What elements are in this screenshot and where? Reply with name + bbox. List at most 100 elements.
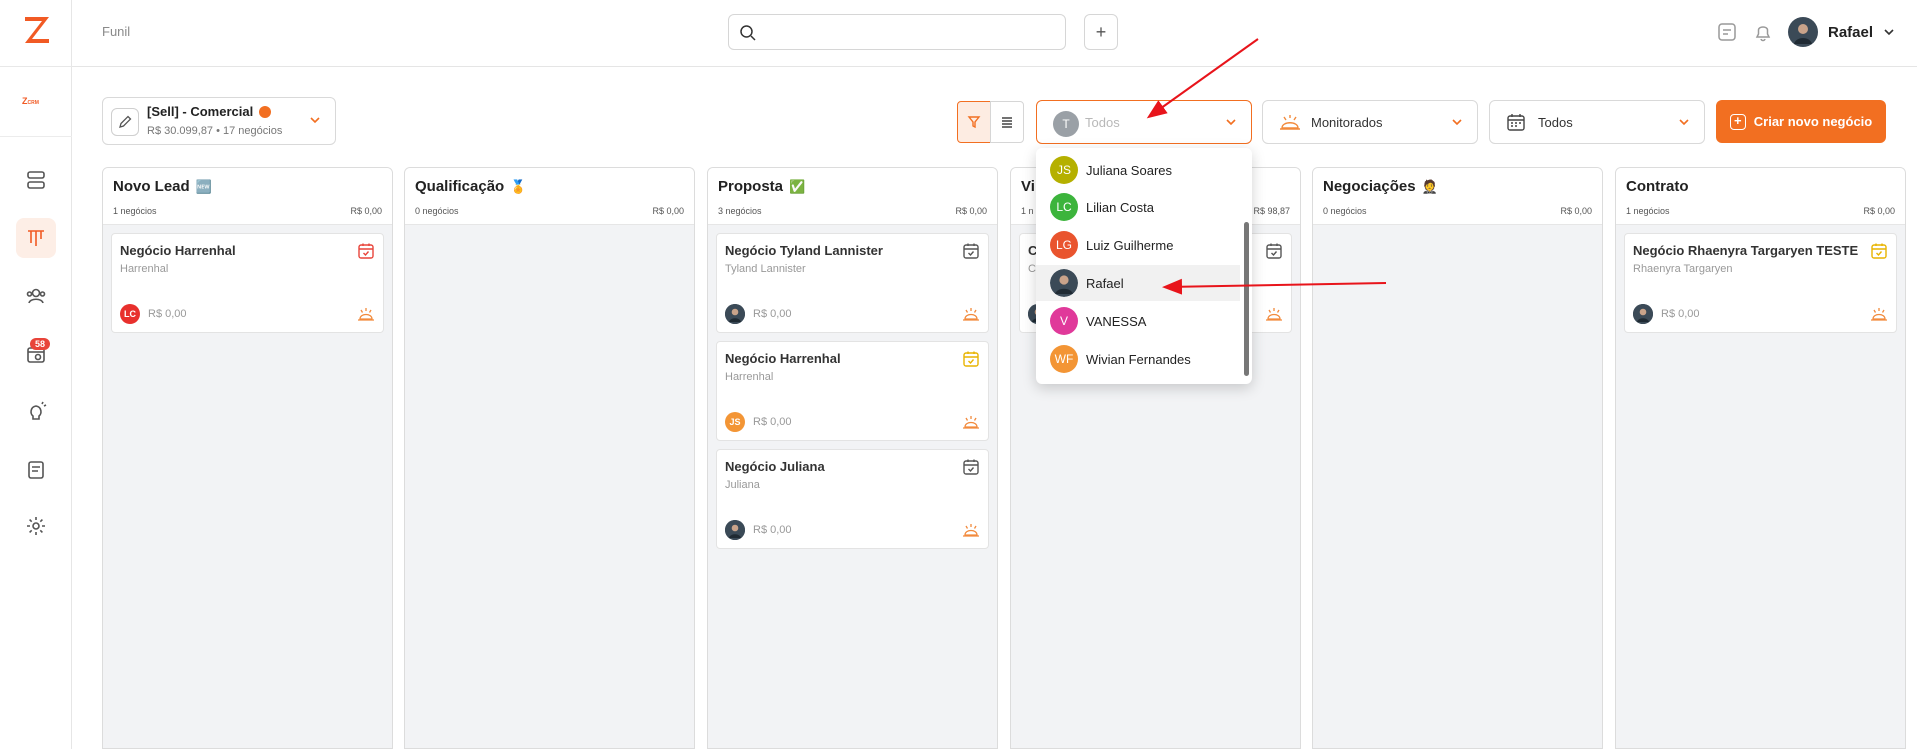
bell-icon[interactable] [1752, 21, 1774, 43]
column-deal-count: 0 negócios [415, 206, 459, 216]
owner-option-avatar: V [1050, 307, 1078, 335]
kanban-column: Contrato 1 negócios R$ 0,00 Negócio Rhae… [1615, 167, 1906, 749]
calendar-status-icon[interactable] [962, 242, 980, 260]
quick-add-button[interactable]: + [1084, 14, 1118, 50]
pipeline-selector[interactable]: [Sell] - Comercial R$ 30.099,87 • 17 neg… [102, 97, 336, 145]
kanban-column: Negociações 🤵 0 negócios R$ 0,00 [1312, 167, 1603, 749]
chevron-down-icon [1679, 119, 1689, 126]
deal-value: R$ 0,00 [1661, 308, 1700, 320]
avatar [1788, 17, 1818, 47]
owner-avatar: LC [120, 304, 140, 324]
owner-option[interactable]: Rafael [1036, 265, 1240, 301]
deal-card[interactable]: Negócio Juliana Juliana R$ 0,00 [716, 449, 989, 549]
owner-dropdown-menu: JS Juliana Soares LC Lilian Costa LG Luiz Gui… [1036, 148, 1252, 384]
calendar-status-icon[interactable] [962, 458, 980, 476]
owner-option-name: Rafael [1086, 275, 1124, 291]
deal-value: R$ 0,00 [753, 524, 792, 536]
avatar [1050, 269, 1078, 297]
owner-option-name: VANESSA [1086, 313, 1147, 329]
owner-option-avatar: LG [1050, 231, 1078, 259]
heat-icon [1266, 308, 1282, 321]
heat-icon [358, 308, 374, 321]
plus-square-icon: + [1729, 113, 1746, 130]
owner-option-avatar: LC [1050, 193, 1078, 221]
column-total-value: R$ 0,00 [652, 206, 684, 216]
chevron-down-icon [1884, 29, 1894, 36]
deal-value: R$ 0,00 [753, 416, 792, 428]
calendar-status-icon[interactable] [357, 242, 375, 260]
sidebar-item-funnel[interactable] [16, 218, 56, 258]
heat-icon [1871, 308, 1887, 321]
chevron-down-icon [1452, 119, 1462, 126]
sidebar-divider-2 [0, 136, 72, 137]
owner-option[interactable]: WF Wivian Fernandes [1036, 341, 1240, 377]
edit-pipeline-button[interactable] [111, 108, 139, 136]
topbar: Funil + Rafael [72, 0, 1917, 67]
zapp-logo[interactable] [22, 14, 52, 46]
list-view-button[interactable] [990, 101, 1024, 143]
heat-icon [963, 416, 979, 429]
deal-value: R$ 0,00 [148, 308, 187, 320]
user-name: Rafael [1828, 23, 1874, 41]
deal-title: Negócio Harrenhal [725, 351, 841, 366]
create-deal-label: Criar novo negócio [1753, 114, 1873, 129]
user-menu[interactable]: Rafael [1788, 17, 1895, 47]
notes-icon[interactable] [1716, 21, 1738, 43]
deal-card[interactable]: Negócio Harrenhal Harrenhal LC R$ 0,00 [111, 233, 384, 333]
search-input[interactable] [728, 14, 1066, 50]
sidebar-item-database[interactable] [16, 160, 56, 200]
owner-option[interactable]: V VANESSA [1036, 303, 1240, 339]
calendar-status-icon[interactable] [962, 350, 980, 368]
calendar-status-icon[interactable] [1265, 242, 1283, 260]
deal-title: Negócio Juliana [725, 459, 825, 474]
column-deal-count: 1 negócios [1626, 206, 1670, 216]
notification-badge: 58 [30, 338, 51, 350]
deal-card[interactable]: Negócio Tyland Lannister Tyland Lanniste… [716, 233, 989, 333]
column-header: Negociações 🤵 0 negócios R$ 0,00 [1313, 168, 1602, 225]
owner-option[interactable]: LC Lilian Costa [1036, 189, 1240, 225]
monitor-filter-select[interactable]: Monitorados [1262, 100, 1478, 144]
sidebar: ZCRM 58 [0, 0, 72, 749]
deal-company: C [1028, 263, 1036, 275]
gear-icon [27, 517, 45, 535]
column-header: Novo Lead 🆕 1 negócios R$ 0,00 [103, 168, 392, 225]
search-icon [740, 25, 756, 41]
sidebar-item-reports[interactable] [16, 450, 56, 490]
deal-company: Harrenhal [725, 371, 774, 383]
owner-avatar: T [1053, 111, 1079, 137]
deal-card[interactable]: Negócio Rhaenyra Targaryen TESTE Rhaenyr… [1624, 233, 1897, 333]
create-deal-button[interactable]: + Criar novo negócio [1716, 100, 1886, 143]
status-dot [259, 106, 272, 118]
column-title: Negociações [1323, 178, 1416, 195]
pencil-icon [119, 115, 132, 128]
owner-avatar: JS [725, 412, 745, 432]
owner-filter-placeholder: Todos [1085, 115, 1120, 130]
sidebar-item-insights[interactable] [16, 392, 56, 432]
owner-filter-select[interactable]: T Todos [1036, 100, 1252, 144]
kanban-icon [28, 230, 44, 246]
users-icon [26, 288, 46, 304]
column-header: Proposta ✅ 3 negócios R$ 0,00 [708, 168, 997, 225]
date-filter-select[interactable]: Todos [1489, 100, 1705, 144]
pipeline-name: [Sell] - Comercial [147, 104, 254, 119]
deal-company: Harrenhal [120, 263, 169, 275]
pipeline-summary: R$ 30.099,87 • 17 negócios [147, 125, 283, 137]
column-emoji: 🤵 [1421, 179, 1438, 194]
column-title: Vi [1021, 178, 1035, 195]
calendar-status-icon[interactable] [1870, 242, 1888, 260]
column-deal-count: 3 negócios [718, 206, 762, 216]
owner-option[interactable]: LG Luiz Guilherme [1036, 227, 1240, 263]
kanban-view-button[interactable] [957, 101, 991, 143]
dropdown-scrollbar[interactable] [1244, 222, 1249, 376]
sidebar-item-contacts[interactable] [16, 276, 56, 316]
heat-icon [963, 308, 979, 321]
deal-card[interactable]: Negócio Harrenhal Harrenhal JS R$ 0,00 [716, 341, 989, 441]
deal-value: R$ 0,00 [753, 308, 792, 320]
heat-icon [963, 524, 979, 537]
column-deal-count: 1 n [1021, 206, 1034, 216]
column-total-value: R$ 0,00 [955, 206, 987, 216]
owner-avatar [725, 304, 745, 324]
deal-title: Negócio Harrenhal [120, 243, 236, 258]
owner-option[interactable]: JS Juliana Soares [1036, 152, 1240, 188]
sidebar-item-settings[interactable] [16, 506, 56, 546]
